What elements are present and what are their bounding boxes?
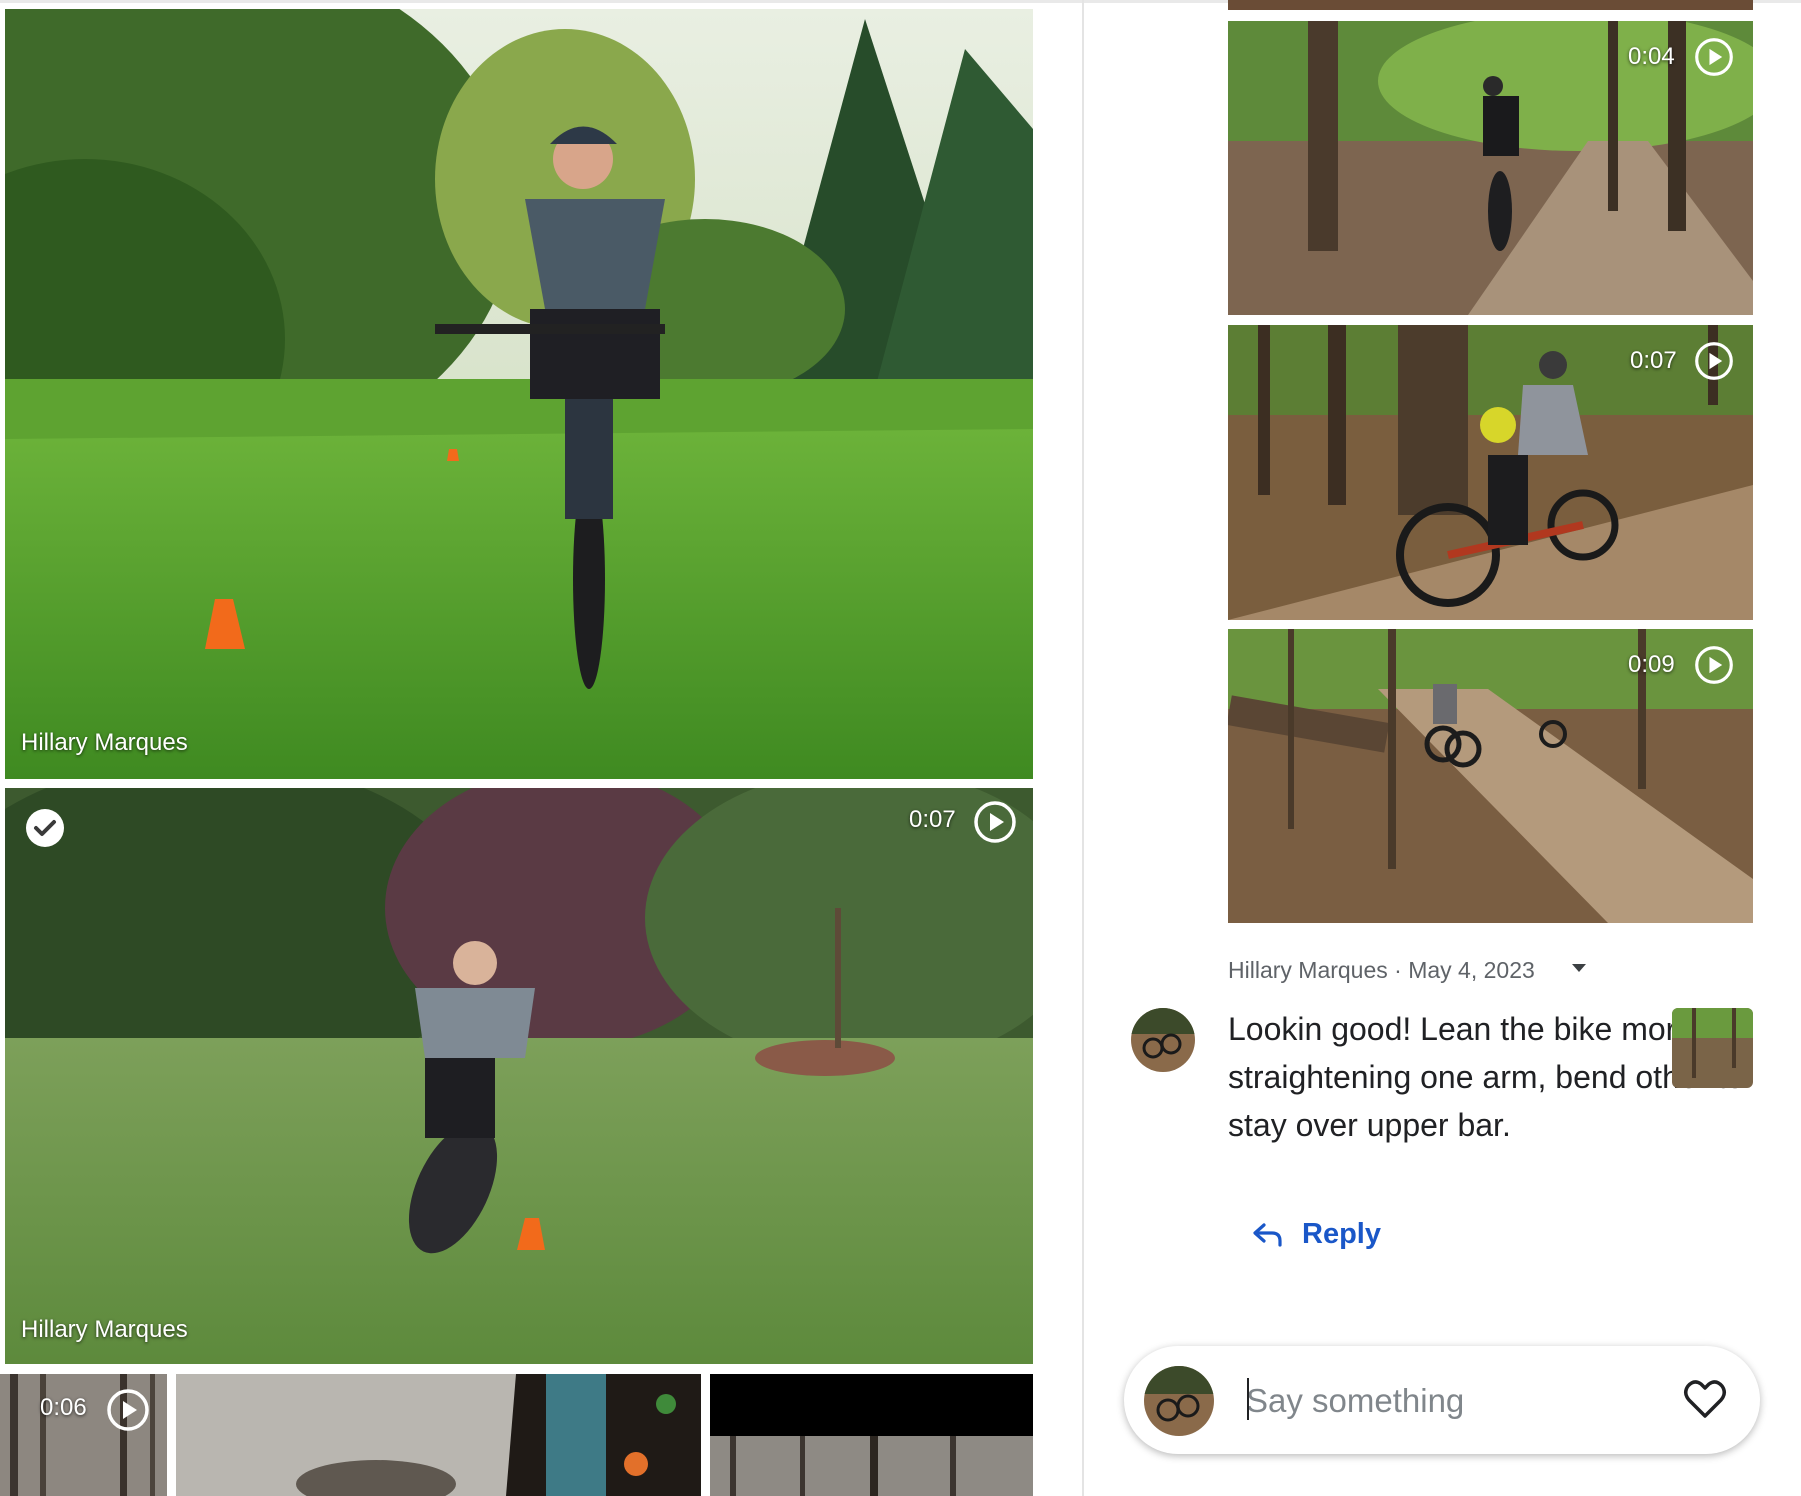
caret-down-icon[interactable] (1570, 962, 1588, 974)
video-tile-bottom-1[interactable]: 0:06 (0, 1374, 167, 1496)
owner-label: Hillary Marques (21, 1316, 188, 1343)
avatar-image (1131, 1008, 1195, 1072)
video-thumbnail (1228, 0, 1753, 10)
reply-arrow-icon (1253, 1222, 1282, 1247)
check-circle-icon[interactable] (25, 808, 65, 848)
photo-image (5, 9, 1033, 779)
owner-label: Hillary Marques (21, 729, 188, 756)
video-duration: 0:09 (1628, 651, 1675, 678)
column-divider (1082, 0, 1084, 1496)
reply-label: Reply (1302, 1218, 1381, 1250)
play-circle-icon[interactable] (1694, 341, 1734, 381)
play-circle-icon[interactable] (1694, 645, 1734, 685)
comment-author: Hillary Marques (1228, 957, 1388, 983)
video-thumbnail (5, 788, 1033, 1364)
photo-tile-bottom-2[interactable] (176, 1374, 701, 1496)
video-tile-partial[interactable] (1228, 0, 1753, 10)
play-circle-icon[interactable] (106, 1388, 150, 1432)
avatar-image (1144, 1366, 1214, 1436)
video-tile-trail-2[interactable]: 0:07 (1228, 325, 1753, 620)
video-duration: 0:04 (1628, 43, 1675, 70)
composer-avatar (1144, 1366, 1214, 1436)
comment-meta: Hillary Marques · May 4, 2023 (1228, 957, 1535, 984)
say-something-input[interactable] (1244, 1370, 1648, 1432)
avatar[interactable] (1131, 1008, 1195, 1072)
play-circle-icon[interactable] (1694, 37, 1734, 77)
video-tile-grass-lean[interactable]: 0:07 Hillary Marques (5, 788, 1033, 1364)
play-circle-icon[interactable] (973, 800, 1017, 844)
meta-separator: · (1394, 957, 1402, 983)
comment-date: May 4, 2023 (1408, 957, 1535, 983)
video-thumbnail (710, 1374, 1033, 1496)
video-duration: 0:07 (1630, 347, 1677, 374)
heart-outline-icon[interactable] (1683, 1378, 1727, 1420)
video-duration: 0:07 (909, 806, 956, 833)
text-cursor (1247, 1378, 1249, 1420)
photo-tile-grass-rider[interactable]: Hillary Marques (5, 9, 1033, 779)
video-tile-trail-3[interactable]: 0:09 (1228, 629, 1753, 923)
video-tile-trail-1[interactable]: 0:04 (1228, 21, 1753, 315)
thumbnail-image (1672, 1008, 1753, 1088)
video-duration: 0:06 (40, 1394, 87, 1421)
comment-media-thumbnail[interactable] (1672, 1008, 1753, 1088)
video-tile-bottom-3[interactable] (710, 1374, 1033, 1496)
reply-button[interactable]: Reply (1252, 1218, 1381, 1251)
photo-image (176, 1374, 701, 1496)
